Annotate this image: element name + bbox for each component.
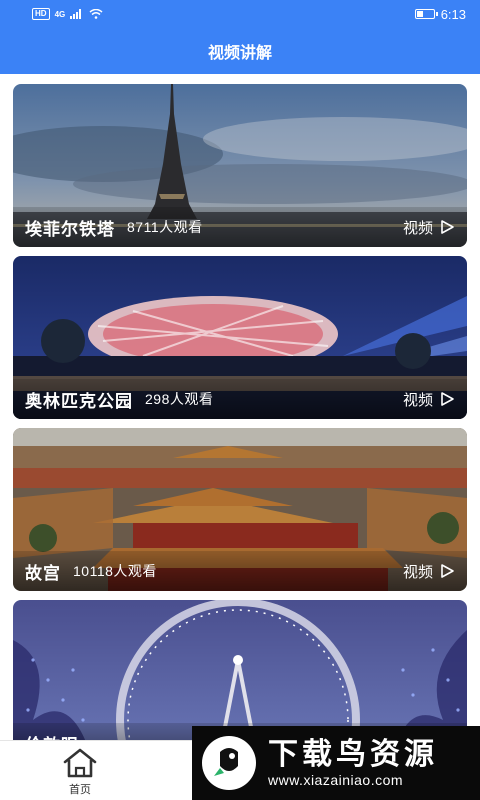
tab-home-label: 首页 bbox=[69, 784, 91, 796]
watermark-title: 下载鸟资源 bbox=[268, 738, 438, 771]
wifi-icon bbox=[89, 9, 103, 19]
status-left: HD 4G bbox=[32, 8, 103, 20]
bird-logo-icon bbox=[203, 737, 255, 789]
play-icon bbox=[441, 564, 454, 578]
video-card-eiffel-tower[interactable]: 埃菲尔铁塔 8711人观看 视频 bbox=[13, 84, 467, 247]
tab-home[interactable]: 首页 bbox=[52, 747, 108, 797]
watermark-banner: 下载鸟资源 www.xiazainiao.com bbox=[192, 726, 480, 800]
watermark-logo bbox=[202, 736, 256, 790]
play-video-label: 视频 bbox=[402, 391, 433, 409]
status-time: 6:13 bbox=[440, 6, 466, 22]
watermark-text: 下载鸟资源 www.xiazainiao.com bbox=[268, 738, 438, 788]
video-card-olympic-park[interactable]: 奥林匹克公园 298人观看 视频 bbox=[13, 256, 467, 419]
video-list: 埃菲尔铁塔 8711人观看 视频 奥林匹克公园 298人观看 视频 故宫 101… bbox=[13, 84, 467, 772]
home-icon bbox=[63, 748, 97, 778]
title-bar: 视频讲解 bbox=[0, 28, 480, 74]
battery-icon bbox=[414, 9, 438, 19]
play-video-button[interactable]: 视频 bbox=[403, 217, 455, 238]
card-title: 故宫 bbox=[25, 563, 61, 583]
view-count: 298人观看 bbox=[145, 391, 214, 407]
status-right: 6:13 bbox=[414, 6, 466, 22]
play-icon bbox=[441, 220, 454, 234]
view-count: 8711人观看 bbox=[127, 219, 203, 235]
card-title: 奥林匹克公园 bbox=[25, 391, 133, 411]
play-video-label: 视频 bbox=[402, 219, 433, 237]
play-video-label: 视频 bbox=[402, 563, 433, 581]
card-info-bar: 奥林匹克公园 298人观看 视频 bbox=[13, 379, 467, 419]
play-video-button[interactable]: 视频 bbox=[403, 561, 455, 582]
play-icon bbox=[441, 392, 454, 406]
card-info-bar: 故宫 10118人观看 视频 bbox=[13, 551, 467, 591]
status-bar: HD 4G 6:13 bbox=[0, 0, 480, 28]
view-count: 10118人观看 bbox=[73, 563, 157, 579]
hd-badge: HD bbox=[32, 8, 50, 20]
page-title: 视频讲解 bbox=[207, 45, 272, 62]
card-title: 埃菲尔铁塔 bbox=[25, 219, 115, 239]
network-label: 4G bbox=[54, 9, 66, 19]
signal-icon bbox=[70, 9, 82, 19]
video-card-forbidden-city[interactable]: 故宫 10118人观看 视频 bbox=[13, 428, 467, 591]
play-video-button[interactable]: 视频 bbox=[403, 389, 455, 410]
watermark-url: www.xiazainiao.com bbox=[268, 772, 404, 788]
card-info-bar: 埃菲尔铁塔 8711人观看 视频 bbox=[13, 207, 467, 247]
